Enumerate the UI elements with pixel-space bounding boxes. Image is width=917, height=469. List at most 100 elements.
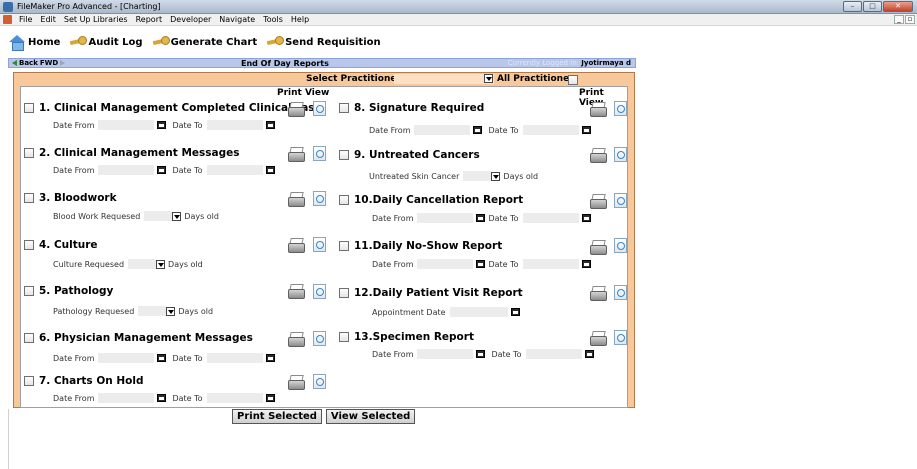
date-to-field[interactable] <box>522 259 579 269</box>
date-to-field[interactable] <box>525 349 582 359</box>
all-practitioner-checkbox[interactable] <box>568 75 578 85</box>
practitioner-select[interactable] <box>394 74 494 84</box>
date-from-field[interactable] <box>417 349 474 359</box>
calendar-icon[interactable] <box>265 166 275 174</box>
menu-developer[interactable]: Developer <box>166 15 215 24</box>
dropdown-icon[interactable] <box>166 306 176 316</box>
printer-icon[interactable] <box>590 286 607 301</box>
calendar-icon[interactable] <box>581 126 591 134</box>
report-7-checkbox[interactable] <box>24 376 34 386</box>
menu-edit[interactable]: Edit <box>36 15 60 24</box>
view-icon[interactable] <box>313 146 326 161</box>
culture-days-field[interactable] <box>128 259 157 269</box>
view-icon[interactable] <box>313 191 326 206</box>
printer-icon[interactable] <box>590 148 607 163</box>
print-selected-button[interactable]: Print Selected <box>232 409 322 424</box>
report-2-checkbox[interactable] <box>24 148 34 158</box>
pathology-days-field[interactable] <box>138 306 167 316</box>
view-icon[interactable] <box>614 193 627 208</box>
child-restore-icon[interactable]: ▫ <box>905 15 915 24</box>
printer-icon[interactable] <box>590 102 607 117</box>
view-icon[interactable] <box>313 237 326 252</box>
date-from-field[interactable] <box>414 125 471 135</box>
document-icon[interactable] <box>3 15 12 24</box>
view-selected-button[interactable]: View Selected <box>325 409 416 424</box>
forward-button[interactable]: FWD <box>40 59 58 67</box>
view-icon[interactable] <box>614 285 627 300</box>
calendar-icon[interactable] <box>157 354 167 362</box>
dropdown-icon[interactable] <box>484 74 493 83</box>
date-to-field[interactable] <box>522 213 579 223</box>
view-icon[interactable] <box>313 331 326 346</box>
view-icon[interactable] <box>614 238 627 253</box>
printer-icon[interactable] <box>288 332 305 347</box>
printer-icon[interactable] <box>288 375 305 390</box>
calendar-icon[interactable] <box>476 350 486 358</box>
calendar-icon[interactable] <box>157 166 167 174</box>
date-from-field[interactable] <box>98 393 155 403</box>
report-5-checkbox[interactable] <box>24 286 34 296</box>
date-to-field[interactable] <box>206 353 263 363</box>
report-12-checkbox[interactable] <box>339 288 349 298</box>
menu-file[interactable]: File <box>15 15 36 24</box>
menu-tools[interactable]: Tools <box>259 15 287 24</box>
close-icon[interactable]: ✕ <box>883 1 913 12</box>
calendar-icon[interactable] <box>157 394 167 402</box>
calendar-icon[interactable] <box>476 214 486 222</box>
date-from-field[interactable] <box>417 213 474 223</box>
calendar-icon[interactable] <box>265 354 275 362</box>
minimize-icon[interactable]: – <box>843 1 862 12</box>
date-to-field[interactable] <box>206 165 263 175</box>
calendar-icon[interactable] <box>265 121 275 129</box>
date-to-field[interactable] <box>522 125 579 135</box>
calendar-icon[interactable] <box>581 260 591 268</box>
report-1-checkbox[interactable] <box>24 103 34 113</box>
printer-icon[interactable] <box>288 238 305 253</box>
report-9-checkbox[interactable] <box>339 150 349 160</box>
home-button[interactable]: Home <box>8 34 60 51</box>
calendar-icon[interactable] <box>473 126 483 134</box>
report-4-checkbox[interactable] <box>24 240 34 250</box>
forward-arrow-icon[interactable] <box>60 60 66 66</box>
audit-log-button[interactable]: Audit Log <box>70 35 143 49</box>
menu-help[interactable]: Help <box>287 15 313 24</box>
calendar-icon[interactable] <box>476 260 486 268</box>
dropdown-icon[interactable] <box>491 171 501 181</box>
date-to-field[interactable] <box>206 120 263 130</box>
printer-icon[interactable] <box>288 284 305 299</box>
calendar-icon[interactable] <box>265 394 275 402</box>
report-6-checkbox[interactable] <box>24 333 34 343</box>
generate-chart-button[interactable]: Generate Chart <box>153 35 257 49</box>
date-from-field[interactable] <box>98 120 155 130</box>
report-8-checkbox[interactable] <box>339 103 349 113</box>
printer-icon[interactable] <box>288 192 305 207</box>
menu-report[interactable]: Report <box>132 15 167 24</box>
printer-icon[interactable] <box>288 102 305 117</box>
calendar-icon[interactable] <box>510 308 520 316</box>
report-11-checkbox[interactable] <box>339 241 349 251</box>
send-requisition-button[interactable]: Send Requisition <box>267 35 381 49</box>
report-10-checkbox[interactable] <box>339 195 349 205</box>
menu-set-up-libraries[interactable]: Set Up Libraries <box>60 15 132 24</box>
report-3-checkbox[interactable] <box>24 193 34 203</box>
appointment-date-field[interactable] <box>449 307 508 317</box>
date-from-field[interactable] <box>98 353 155 363</box>
maximize-icon[interactable]: □ <box>863 1 882 12</box>
dropdown-icon[interactable] <box>172 211 182 221</box>
view-icon[interactable] <box>614 330 627 345</box>
view-icon[interactable] <box>313 101 326 116</box>
view-icon[interactable] <box>614 147 627 162</box>
printer-icon[interactable] <box>288 147 305 162</box>
back-button[interactable]: Back <box>19 59 38 67</box>
untreated-days-field[interactable] <box>463 171 492 181</box>
menu-navigate[interactable]: Navigate <box>215 15 259 24</box>
calendar-icon[interactable] <box>581 214 591 222</box>
date-to-field[interactable] <box>206 393 263 403</box>
child-minimize-icon[interactable]: _ <box>894 15 904 24</box>
dropdown-icon[interactable] <box>156 259 166 269</box>
view-icon[interactable] <box>614 101 627 116</box>
view-icon[interactable] <box>313 374 326 389</box>
date-from-field[interactable] <box>417 259 474 269</box>
blood-work-days-field[interactable] <box>144 211 173 221</box>
calendar-icon[interactable] <box>157 121 167 129</box>
